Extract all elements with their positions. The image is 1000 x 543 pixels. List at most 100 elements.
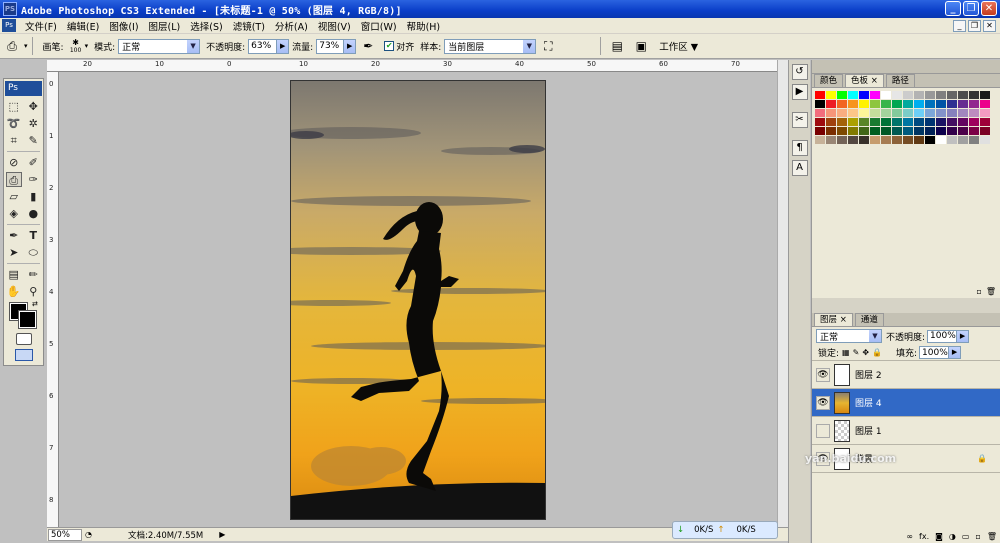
color-swatch[interactable] (969, 100, 979, 108)
color-swatch[interactable] (892, 127, 902, 135)
color-swatch[interactable] (848, 127, 858, 135)
healing-brush-tool-icon[interactable]: ⊘ (6, 155, 22, 170)
color-swatch[interactable] (914, 127, 924, 135)
color-swatch[interactable] (914, 109, 924, 117)
color-swatch[interactable] (892, 91, 902, 99)
ignore-adjustment-layers-icon[interactable]: ⛶ (539, 37, 557, 55)
doc-minimize-button[interactable]: _ (953, 20, 966, 32)
character-icon[interactable]: A (791, 160, 808, 176)
color-swatch[interactable] (848, 118, 858, 126)
add-mask-icon[interactable]: ◙ (935, 532, 943, 541)
color-swatch[interactable] (936, 91, 946, 99)
color-swatch[interactable] (815, 118, 825, 126)
color-swatch[interactable] (837, 91, 847, 99)
layer-row-selected[interactable]: 👁 图层 4 (812, 389, 1000, 417)
color-swatch[interactable] (947, 118, 957, 126)
color-swatch[interactable] (826, 100, 836, 108)
history-icon[interactable]: ↺ (791, 64, 808, 80)
close-button[interactable]: ✕ (981, 1, 997, 16)
color-swatch[interactable] (815, 127, 825, 135)
color-swatch[interactable] (980, 91, 990, 99)
eraser-tool-icon[interactable]: ▱ (6, 189, 22, 204)
aligned-checkbox[interactable]: ✔ (384, 41, 395, 51)
color-swatch[interactable] (859, 118, 869, 126)
color-swatch[interactable] (837, 127, 847, 135)
new-layer-icon[interactable]: ▫ (975, 532, 980, 541)
color-swatch[interactable] (903, 109, 913, 117)
slice-tool-icon[interactable]: ✎ (25, 133, 41, 148)
color-swatch[interactable] (881, 118, 891, 126)
lasso-tool-icon[interactable]: ➰ (6, 116, 22, 131)
new-group-icon[interactable]: ▭ (962, 532, 970, 541)
color-swatch[interactable] (870, 109, 880, 117)
magic-wand-tool-icon[interactable]: ✲ (25, 116, 41, 131)
new-swatch-icon[interactable]: ▫ (976, 287, 981, 296)
color-swatch[interactable] (859, 136, 869, 144)
move-tool-icon[interactable]: ✥ (25, 99, 41, 114)
color-swatch[interactable] (859, 91, 869, 99)
color-swatch[interactable] (958, 109, 968, 117)
adjustment-layer-icon[interactable]: ◑ (949, 532, 956, 541)
color-swatch[interactable] (837, 136, 847, 144)
color-swatch[interactable] (826, 109, 836, 117)
layer-style-icon[interactable]: fx. (919, 532, 929, 541)
menu-window[interactable]: 窗口(W) (356, 19, 402, 33)
tools-preset-icon[interactable]: ✂ (791, 112, 808, 128)
color-swatch[interactable] (815, 91, 825, 99)
hand-tool-icon[interactable]: ✋ (6, 284, 22, 299)
color-swatch[interactable] (892, 100, 902, 108)
color-swatch[interactable] (925, 109, 935, 117)
color-swatch[interactable] (947, 127, 957, 135)
brush-dropdown-icon[interactable]: ▾ (85, 42, 89, 50)
color-swatch[interactable] (815, 100, 825, 108)
color-swatch[interactable] (870, 127, 880, 135)
color-swatch[interactable] (881, 136, 891, 144)
menu-image[interactable]: 图像(I) (104, 19, 143, 33)
color-swatch[interactable] (903, 91, 913, 99)
trash-icon[interactable]: 🗑 (987, 532, 997, 541)
color-swatch[interactable] (870, 136, 880, 144)
clone-stamp-tool-icon[interactable]: ⎙ (5, 172, 22, 187)
menu-analysis[interactable]: 分析(A) (270, 19, 313, 33)
color-swatch[interactable] (903, 100, 913, 108)
color-swatch[interactable] (969, 109, 979, 117)
color-swatch[interactable] (848, 136, 858, 144)
color-swatch[interactable] (870, 118, 880, 126)
history-brush-tool-icon[interactable]: ✑ (25, 172, 41, 187)
color-swatch[interactable] (914, 136, 924, 144)
color-swatch[interactable] (980, 136, 990, 144)
paragraph-icon[interactable]: ¶ (791, 140, 808, 156)
brush-picker[interactable]: ✱ 100 (67, 38, 85, 54)
lock-transparency-icon[interactable]: ▦ (842, 348, 850, 357)
color-swatch[interactable] (837, 100, 847, 108)
gradient-tool-icon[interactable]: ▮ (25, 189, 41, 204)
layer-row[interactable]: 图层 1 (812, 417, 1000, 445)
color-swatch[interactable] (936, 100, 946, 108)
eyedropper-tool-icon[interactable]: ✏ (25, 267, 41, 282)
tab-layers[interactable]: 图层 × (814, 313, 853, 326)
eye-icon[interactable]: 👁 (816, 367, 830, 382)
color-swatch[interactable] (925, 127, 935, 135)
color-swatch[interactable] (881, 127, 891, 135)
clone-stamp-tool-preset-icon[interactable]: ⎙ (3, 37, 21, 55)
tab-channels[interactable]: 通道 (854, 313, 884, 326)
menu-layer[interactable]: 图层(L) (144, 19, 186, 33)
color-swatch[interactable] (958, 118, 968, 126)
color-swatch[interactable] (958, 91, 968, 99)
quick-mask-mode-button[interactable] (15, 333, 32, 345)
lock-image-icon[interactable]: ✎ (853, 348, 860, 357)
color-swatch[interactable] (969, 136, 979, 144)
color-swatch[interactable] (969, 91, 979, 99)
color-swatch[interactable] (936, 136, 946, 144)
notes-tool-icon[interactable]: ▤ (6, 267, 22, 282)
color-swatch[interactable] (980, 127, 990, 135)
status-menu-button[interactable]: ▶ (219, 530, 225, 539)
color-swatch[interactable] (947, 136, 957, 144)
sample-select[interactable]: 当前图层 ▼ (444, 38, 537, 54)
link-layers-icon[interactable]: ∞ (906, 532, 913, 541)
color-swatch[interactable] (903, 118, 913, 126)
shape-tool-icon[interactable]: ⬭ (25, 245, 41, 260)
color-swatch[interactable] (826, 127, 836, 135)
color-swatch[interactable] (881, 109, 891, 117)
color-swatch[interactable] (881, 100, 891, 108)
